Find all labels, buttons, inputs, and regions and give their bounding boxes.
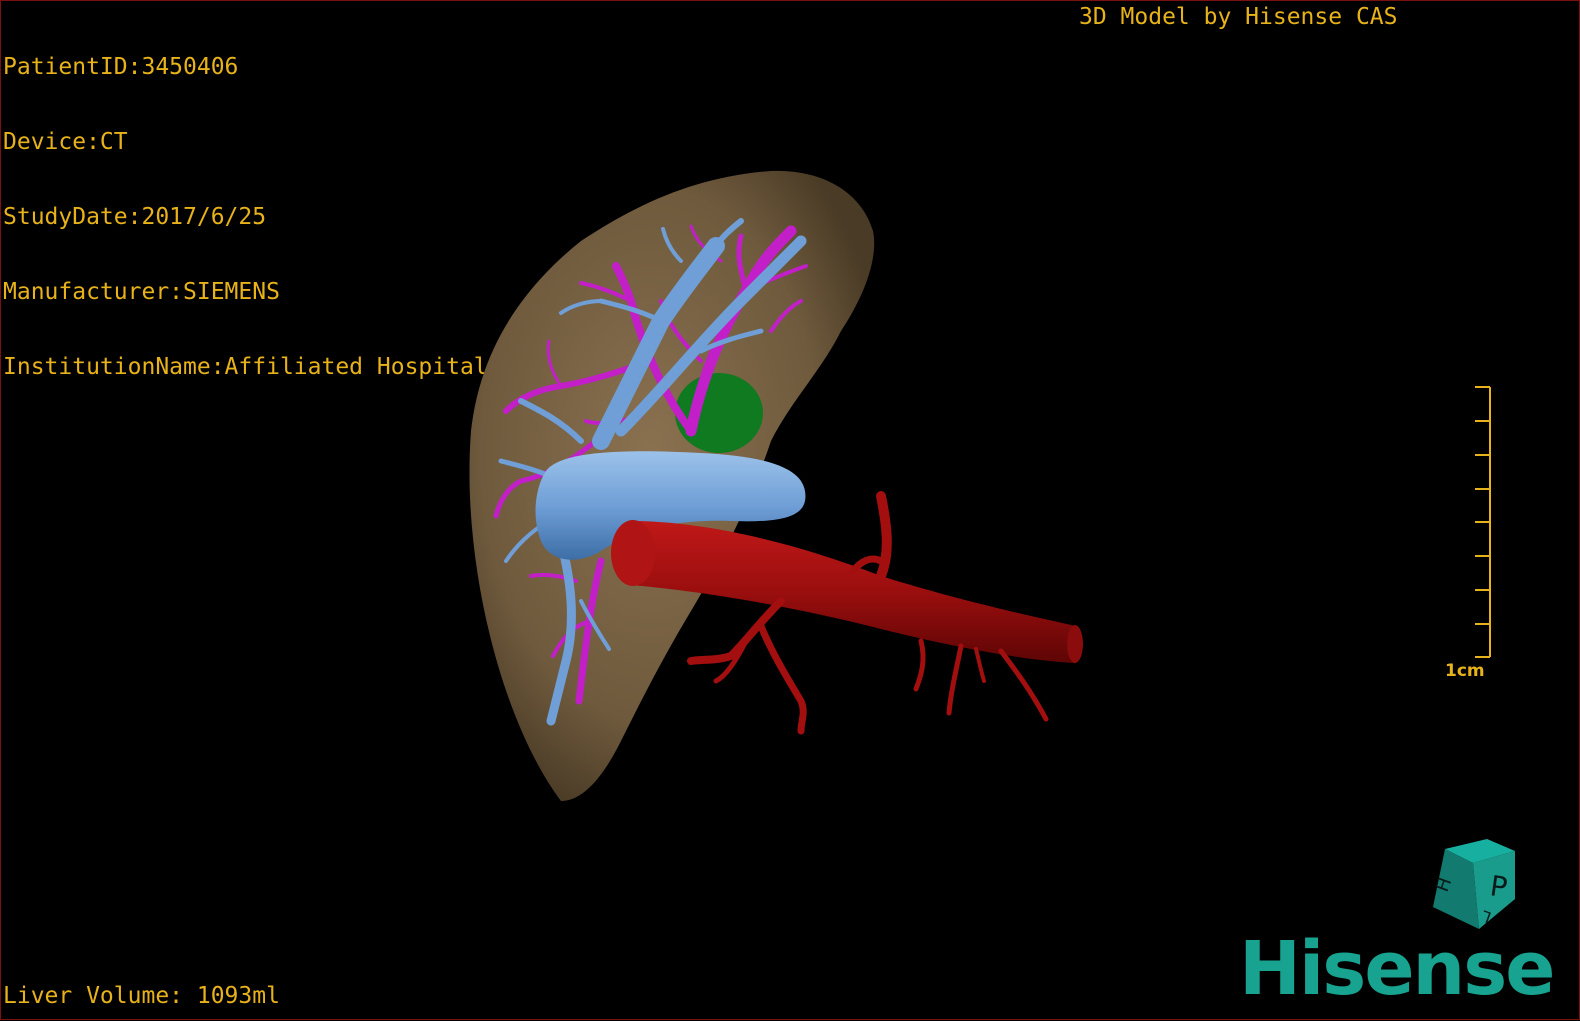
orientation-cube[interactable]: P H L xyxy=(1423,837,1523,937)
liver-volume-text: Liver Volume: 1093ml xyxy=(3,983,280,1009)
gallbladder xyxy=(675,373,763,453)
3d-viewport[interactable]: PatientID:3450406 Device:CT StudyDate:20… xyxy=(0,0,1580,1020)
scale-bar xyxy=(1475,386,1491,658)
liver-3d-render[interactable] xyxy=(1,1,1580,1021)
scale-bar-label: 1cm xyxy=(1445,661,1485,681)
hisense-logo: Hisense xyxy=(1239,926,1555,1012)
